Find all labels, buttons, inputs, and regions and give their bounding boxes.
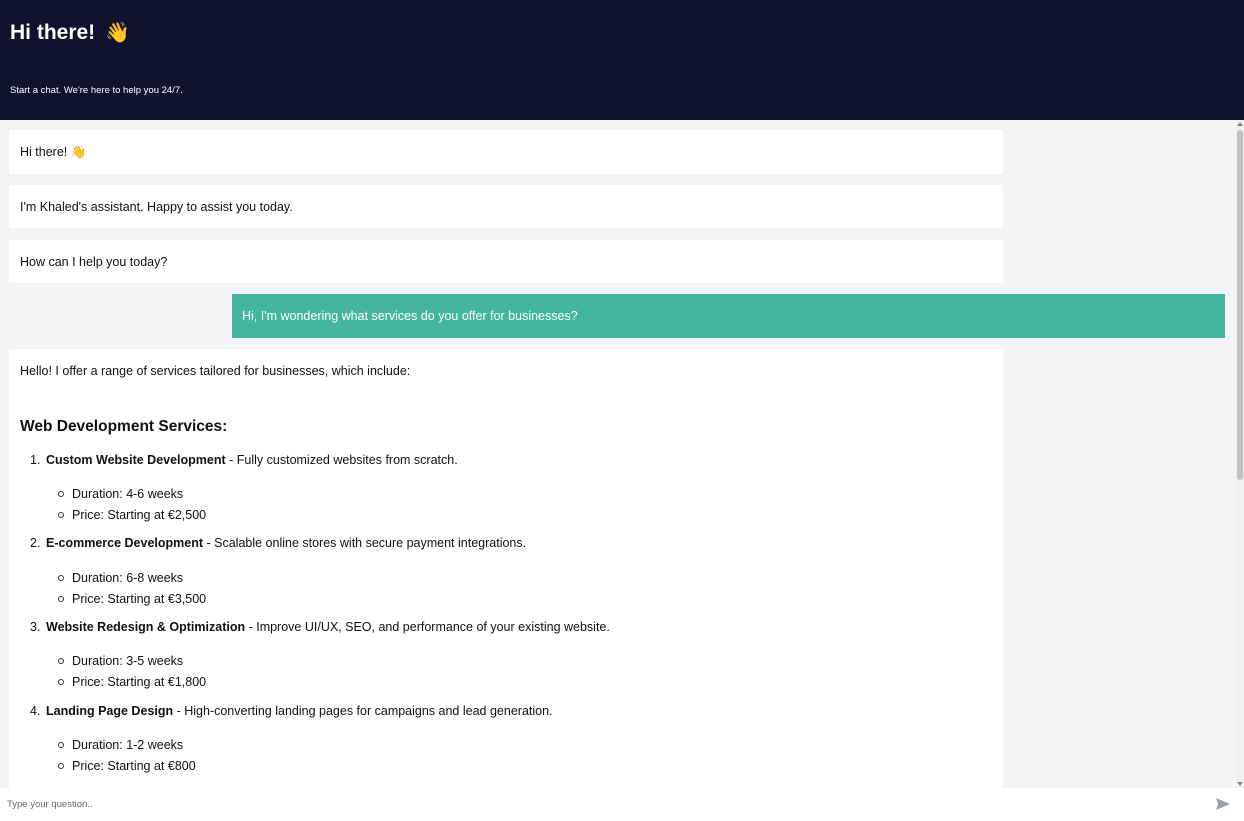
service-item: 3. Website Redesign & Optimization - Imp… <box>30 620 610 634</box>
service-name: E-commerce Development <box>46 536 204 550</box>
circle-bullet-icon <box>58 575 64 581</box>
service-number: 4. <box>30 704 41 718</box>
service-price-text: Price: Starting at €800 <box>72 759 196 773</box>
service-duration-text: Duration: 4-6 weeks <box>72 487 184 501</box>
service-description: - Fully customized websites from scratch… <box>225 453 458 467</box>
service-number: 1. <box>30 453 41 467</box>
bot-message-text: Hi there! 👋 <box>20 144 87 159</box>
services-intro: Hello! I offer a range of services tailo… <box>20 364 411 378</box>
bot-message: I'm Khaled's assistant. Happy to assist … <box>9 185 1003 228</box>
services-section-title: Web Development Services: <box>20 418 228 435</box>
message-list[interactable]: Hi there! 👋 I'm Khaled's assistant. Happ… <box>0 120 1236 788</box>
service-name: Website Redesign & Optimization <box>46 620 246 634</box>
service-duration-text: Duration: 3-5 weeks <box>72 654 184 668</box>
send-icon <box>1216 798 1230 810</box>
circle-bullet-icon <box>58 679 64 685</box>
waving-hand-icon: 👋 <box>105 22 131 44</box>
scroll-up-arrow-icon[interactable] <box>1237 122 1243 126</box>
bot-message-services: Hello! I offer a range of services tailo… <box>9 349 1003 788</box>
header-title-text: Hi there! <box>10 20 96 44</box>
chat-input-bar <box>0 788 1244 821</box>
service-duration: Duration: 3-5 weeks <box>58 654 184 668</box>
circle-bullet-icon <box>58 491 64 497</box>
circle-bullet-icon <box>58 658 64 664</box>
service-duration-text: Duration: 1-2 weeks <box>72 738 184 752</box>
service-price-text: Price: Starting at €3,500 <box>72 592 207 606</box>
user-message: Hi, I'm wondering what services do you o… <box>232 294 1225 338</box>
service-duration: Duration: 6-8 weeks <box>58 571 184 585</box>
bot-message: Hi there! 👋 <box>9 130 1003 174</box>
circle-bullet-icon <box>58 596 64 602</box>
header-subtitle: Start a chat. We're here to help you 24/… <box>10 85 183 96</box>
service-name: Custom Website Development <box>46 453 226 467</box>
chat-header: Hi there! 👋 Start a chat. We're here to … <box>0 0 1244 120</box>
service-item: 2. E-commerce Development - Scalable onl… <box>30 536 527 550</box>
service-duration: Duration: 4-6 weeks <box>58 487 184 501</box>
service-price: Price: Starting at €800 <box>58 759 196 773</box>
scrollbar-thumb[interactable] <box>1237 130 1243 480</box>
service-item: 1. Custom Website Development - Fully cu… <box>30 453 458 467</box>
service-description: - High-converting landing pages for camp… <box>173 704 553 718</box>
question-input[interactable] <box>0 788 1200 821</box>
service-description: - Improve UI/UX, SEO, and performance of… <box>245 620 610 634</box>
service-price: Price: Starting at €1,800 <box>58 675 207 689</box>
circle-bullet-icon <box>58 763 64 769</box>
service-name: Landing Page Design <box>46 704 174 718</box>
message-list-scrollbar[interactable] <box>1236 120 1244 788</box>
service-duration: Duration: 1-2 weeks <box>58 738 184 752</box>
service-description: - Scalable online stores with secure pay… <box>203 536 527 550</box>
scroll-down-arrow-icon[interactable] <box>1237 782 1243 786</box>
user-message-text: Hi, I'm wondering what services do you o… <box>242 309 578 323</box>
circle-bullet-icon <box>58 512 64 518</box>
bot-message-text: How can I help you today? <box>20 254 168 269</box>
service-duration-text: Duration: 6-8 weeks <box>72 571 184 585</box>
bot-message: How can I help you today? <box>9 240 1003 283</box>
service-number: 2. <box>30 536 41 550</box>
service-price: Price: Starting at €3,500 <box>58 592 207 606</box>
header-title: Hi there! 👋 <box>10 20 130 45</box>
bot-message-text: I'm Khaled's assistant. Happy to assist … <box>20 199 293 214</box>
circle-bullet-icon <box>58 742 64 748</box>
send-button[interactable] <box>1215 797 1233 813</box>
service-price-text: Price: Starting at €2,500 <box>72 508 207 522</box>
service-number: 3. <box>30 620 41 634</box>
service-item: 4. Landing Page Design - High-converting… <box>30 704 553 718</box>
service-price-text: Price: Starting at €1,800 <box>72 675 207 689</box>
service-price: Price: Starting at €2,500 <box>58 508 207 522</box>
